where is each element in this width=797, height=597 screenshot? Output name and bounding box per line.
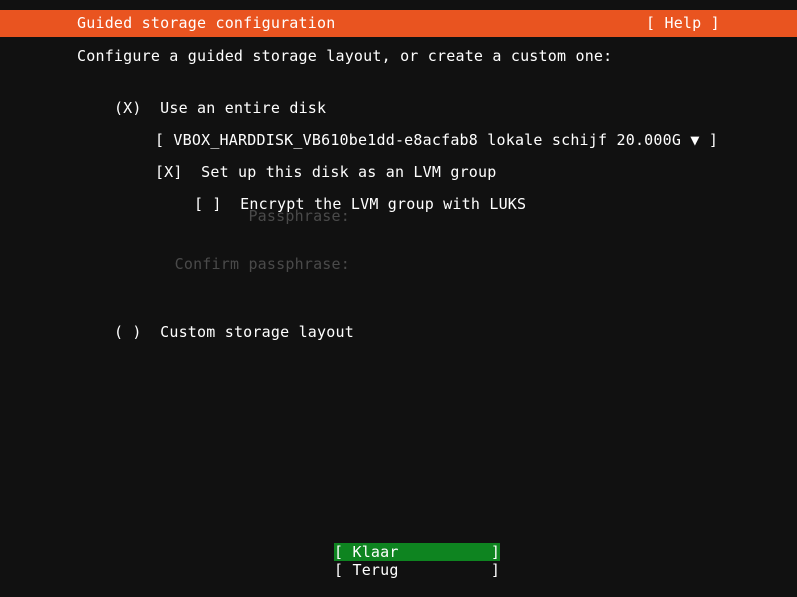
disk-selector-close-bracket: ] [708, 131, 719, 149]
checkbox-lvm-group[interactable]: [X] Set up this disk as an LVM group [118, 142, 497, 181]
checkbox-luks-encrypt[interactable]: [ ] Encrypt the LVM group with LUKS [157, 174, 526, 213]
help-button[interactable]: [ Help ] [646, 10, 720, 37]
chevron-down-icon[interactable]: ▼ [690, 131, 699, 149]
installer-screen: Guided storage configuration [ Help ] Co… [0, 0, 797, 597]
radio-custom-storage-layout-label: Custom storage layout [160, 323, 354, 341]
header-bar: Guided storage configuration [ Help ] [0, 10, 797, 37]
radio-custom-storage-layout-marker: ( ) [113, 323, 142, 341]
disk-selector[interactable]: [ VBOX_HARDDISK_VB610be1dd-e8acfab8 loka… [118, 110, 718, 149]
instruction-text: Configure a guided storage layout, or cr… [77, 47, 613, 65]
done-button[interactable]: [ Klaar ] [334, 543, 501, 561]
passphrase-label: Passphrase: [248, 207, 350, 225]
radio-use-entire-disk[interactable]: (X) Use an entire disk [77, 78, 326, 117]
back-button[interactable]: [ Terug ] [334, 561, 500, 579]
radio-custom-storage-layout[interactable]: ( ) Custom storage layout [77, 302, 354, 341]
page-title: Guided storage configuration [77, 14, 336, 32]
confirm-passphrase-label: Confirm passphrase: [174, 255, 350, 273]
